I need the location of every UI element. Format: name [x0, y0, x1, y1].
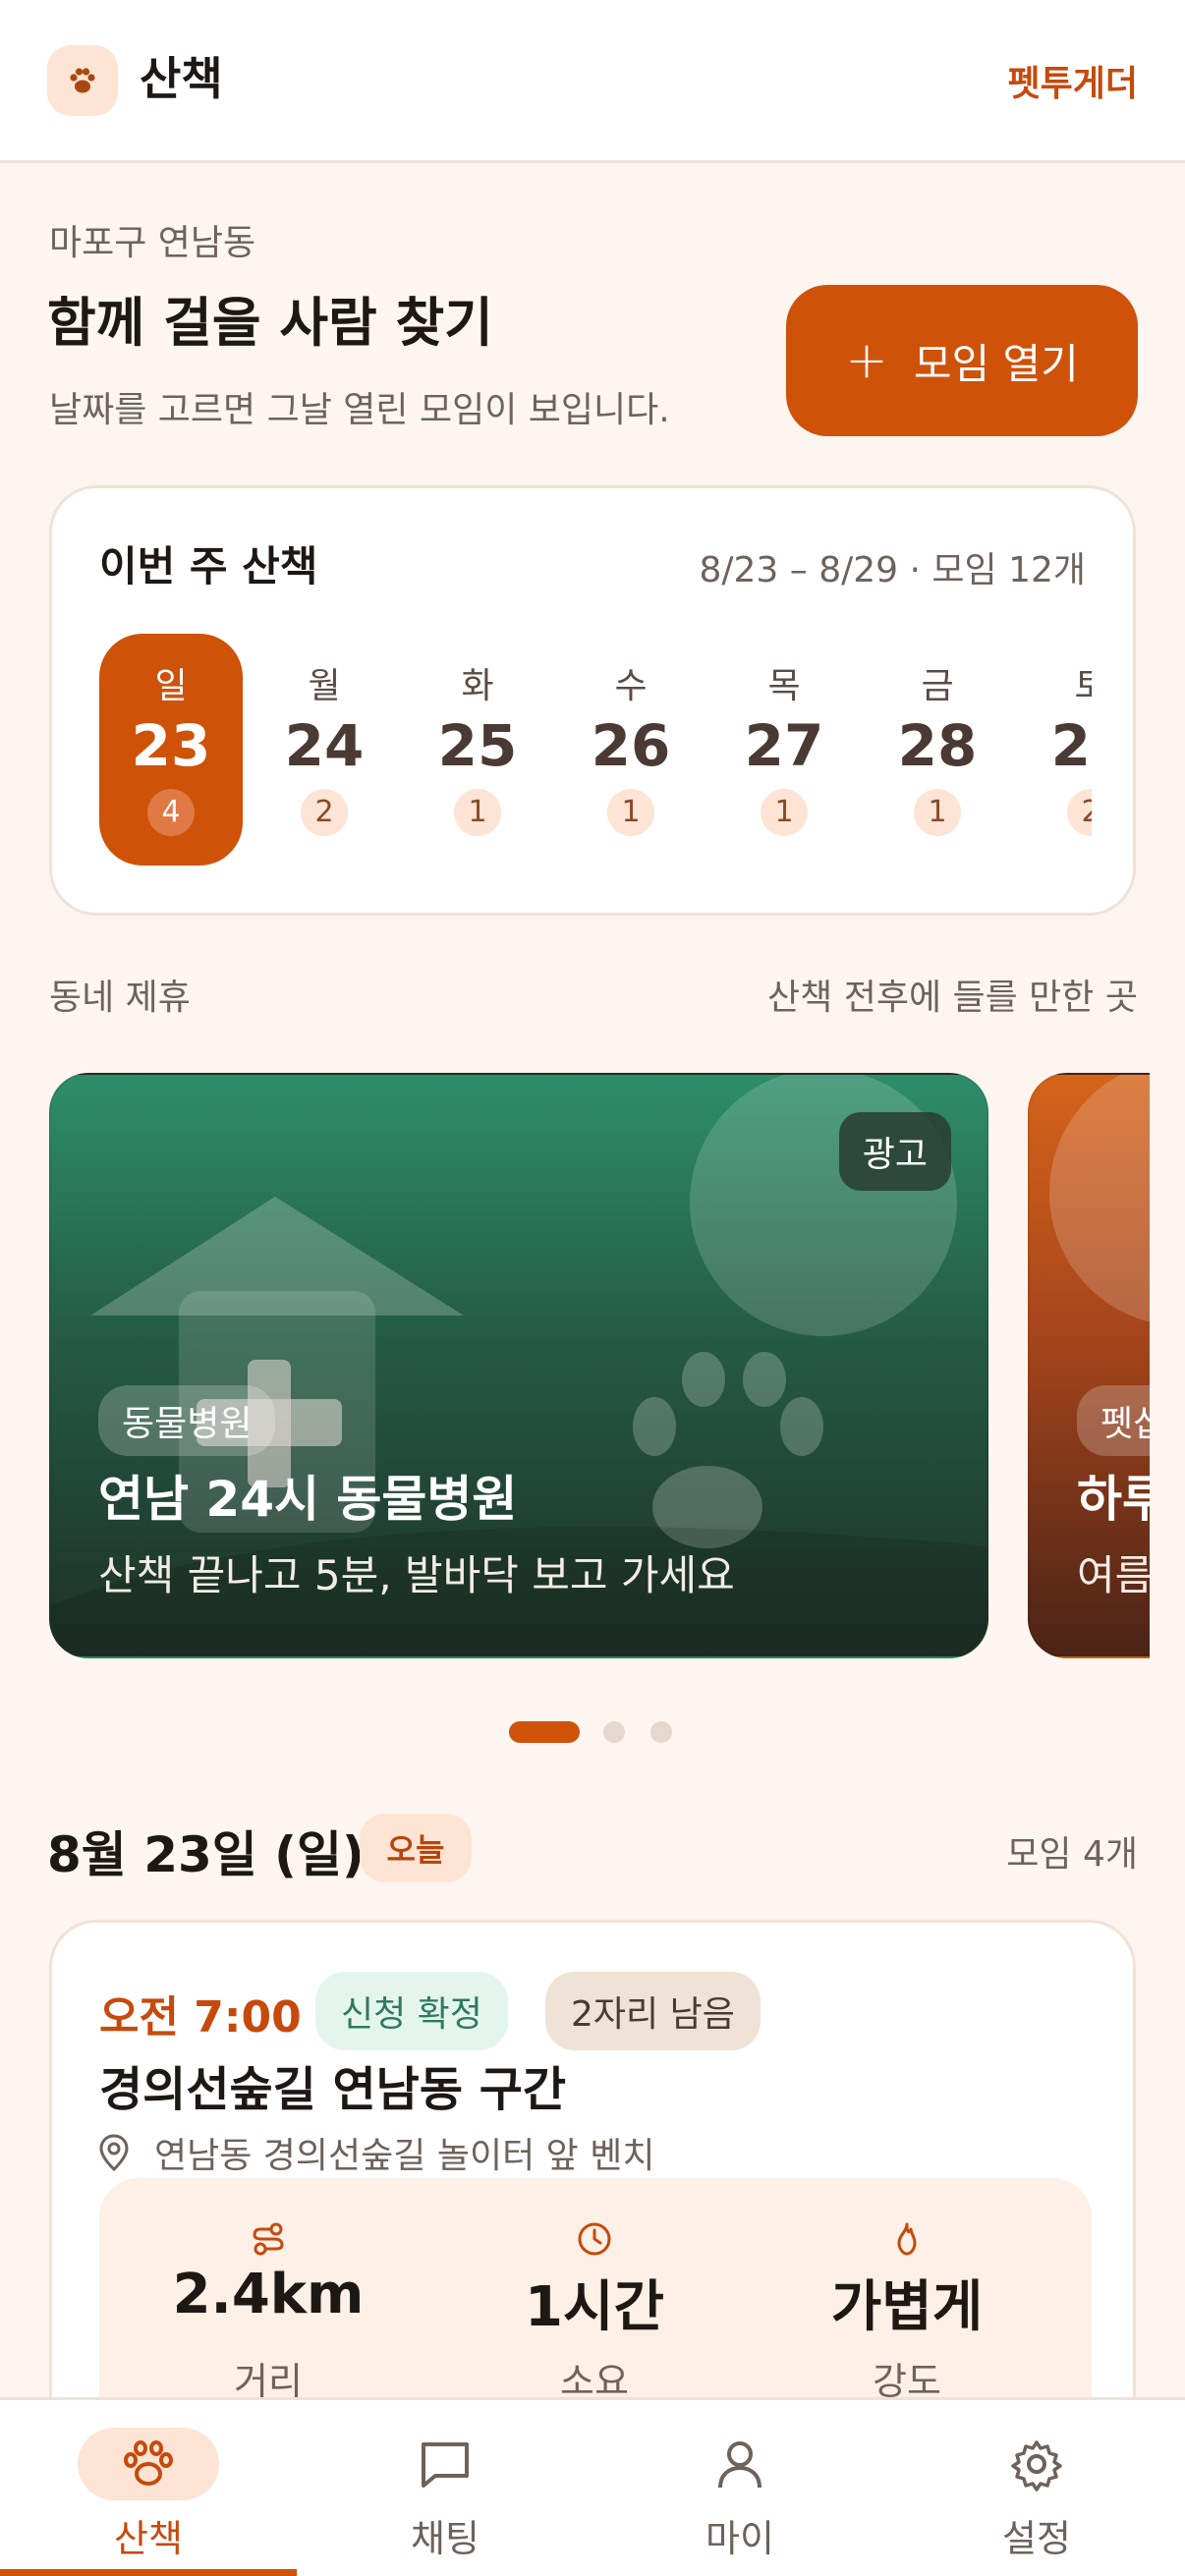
- partner-title: 하루: [1077, 1471, 1150, 1528]
- schedule-date: 8월 23일 (일): [47, 1826, 365, 1883]
- top-bar: 산책 펫투게더: [0, 0, 1185, 163]
- day-date: 23: [131, 712, 211, 779]
- nav-active-indicator: [0, 2569, 297, 2576]
- stat-intensity: 가볍게 강도: [760, 2178, 1054, 2434]
- meet-count: 모임 4개: [1006, 1834, 1138, 1875]
- location-pin-icon: [99, 2134, 129, 2171]
- stat-value: 가볍게: [830, 2275, 984, 2339]
- day-item-sun[interactable]: 일 23 4: [99, 634, 243, 866]
- partner-card[interactable]: 광고 동물병원 연남 24시 동물병원 산책 끝나고 5분, 발바닥 보고 가세…: [49, 1073, 988, 1658]
- brand-logo[interactable]: 펫투게더: [1008, 55, 1138, 106]
- day-name: 화: [461, 666, 494, 706]
- partner-carousel[interactable]: 광고 동물병원 연남 24시 동물병원 산책 끝나고 5분, 발바닥 보고 가세…: [49, 1073, 1150, 1660]
- route-icon: [253, 2222, 284, 2256]
- stat-duration: 1시간 소요: [447, 2178, 742, 2434]
- day-date: 27: [744, 712, 824, 779]
- partner-category: 동물병원: [98, 1385, 276, 1456]
- nav-item-chat[interactable]: 채팅: [297, 2400, 593, 2576]
- location-label: 마포구 연남동: [49, 223, 256, 263]
- week-range: 8/23 – 8/29 · 모임 12개: [699, 550, 1086, 590]
- meetup-time: 오전 7:00: [99, 1992, 302, 2043]
- nav-label: 산책: [114, 2517, 183, 2560]
- week-calendar-card: 이번 주 산책 8/23 – 8/29 · 모임 12개 일 23 4 월 24…: [49, 485, 1136, 916]
- stat-value: 1시간: [524, 2275, 664, 2339]
- nav-label: 설정: [1002, 2517, 1071, 2560]
- day-name: 수: [614, 666, 648, 706]
- day-meet-count: 2: [1067, 789, 1092, 836]
- day-date: 28: [897, 712, 978, 779]
- partner-description: 여름: [1077, 1551, 1150, 1599]
- person-icon: [669, 2428, 811, 2500]
- stat-value: 2.4km: [172, 2263, 365, 2326]
- day-date: 24: [284, 712, 365, 779]
- plus-icon: +: [845, 331, 888, 390]
- gear-icon: [966, 2428, 1107, 2500]
- seats-badge: 2자리 남음: [545, 1972, 761, 2050]
- partners-label: 동네 제휴: [49, 978, 191, 1018]
- bottom-nav: 산책 채팅 마이 설정: [0, 2397, 1185, 2576]
- clock-icon: [578, 2222, 611, 2256]
- app-title: 산책: [140, 52, 223, 105]
- nav-item-settings[interactable]: 설정: [888, 2400, 1185, 2576]
- nav-label: 채팅: [411, 2517, 480, 2560]
- flame-icon: [897, 2222, 917, 2256]
- day-meet-count: 1: [914, 789, 961, 836]
- partner-category: 펫샵: [1077, 1385, 1150, 1456]
- day-date: 26: [591, 712, 671, 779]
- day-name: 토: [1074, 666, 1092, 706]
- day-item-mon[interactable]: 월 24 2: [253, 634, 396, 866]
- stat-distance: 2.4km 거리: [121, 2178, 416, 2434]
- status-badge: 신청 확정: [315, 1972, 508, 2050]
- partner-description: 산책 끝나고 5분, 발바닥 보고 가세요: [98, 1551, 735, 1599]
- day-name: 목: [767, 666, 801, 706]
- day-meet-count: 4: [147, 789, 195, 836]
- page-dot[interactable]: [603, 1721, 625, 1743]
- day-name: 월: [308, 666, 341, 706]
- week-title: 이번 주 산책: [99, 542, 318, 590]
- chat-icon: [374, 2428, 516, 2500]
- day-date: 25: [437, 712, 518, 779]
- nav-label: 마이: [705, 2517, 774, 2560]
- day-date: 29: [1050, 712, 1092, 779]
- nav-item-my[interactable]: 마이: [592, 2400, 888, 2576]
- day-meet-count: 1: [454, 789, 501, 836]
- day-name: 금: [921, 666, 954, 706]
- nav-item-walk[interactable]: 산책: [0, 2400, 297, 2576]
- day-item-tue[interactable]: 화 25 1: [406, 634, 549, 866]
- ad-badge: 광고: [838, 1112, 951, 1191]
- partner-title: 연남 24시 동물병원: [98, 1471, 518, 1528]
- partners-hint: 산책 전후에 들를 만한 곳: [767, 978, 1138, 1018]
- page-dot-active[interactable]: [509, 1721, 580, 1743]
- meetup-title: 경의선숲길 연남동 구간: [99, 2062, 567, 2117]
- day-item-fri[interactable]: 금 28 1: [866, 634, 1009, 866]
- today-badge: 오늘: [360, 1814, 472, 1882]
- day-meet-count: 1: [761, 789, 808, 836]
- day-selector: 일 23 4 월 24 2 화 25 1 수 26 1 목 27 1 금 28 …: [99, 634, 1092, 875]
- partner-card[interactable]: 펫샵 하루 여름: [1028, 1073, 1150, 1658]
- paw-icon: [47, 45, 118, 116]
- page-description: 날짜를 고르면 그날 열린 모임이 보입니다.: [49, 390, 670, 430]
- page-title: 함께 걸을 사람 찾기: [47, 292, 493, 354]
- day-item-sat[interactable]: 토 29 2: [1019, 634, 1092, 866]
- meetup-place: 연남동 경의선숲길 놀이터 앞 벤치: [99, 2127, 654, 2178]
- open-meetup-label: 모임 열기: [913, 339, 1079, 388]
- day-meet-count: 2: [301, 789, 348, 836]
- meetup-place-label: 연남동 경의선숲길 놀이터 앞 벤치: [154, 2136, 655, 2176]
- day-item-wed[interactable]: 수 26 1: [559, 634, 703, 866]
- open-meetup-button[interactable]: + 모임 열기: [786, 285, 1138, 436]
- day-name: 일: [154, 666, 188, 706]
- paw-icon: [78, 2428, 219, 2500]
- page-dot[interactable]: [650, 1721, 672, 1743]
- day-meet-count: 1: [607, 789, 654, 836]
- day-item-thu[interactable]: 목 27 1: [712, 634, 856, 866]
